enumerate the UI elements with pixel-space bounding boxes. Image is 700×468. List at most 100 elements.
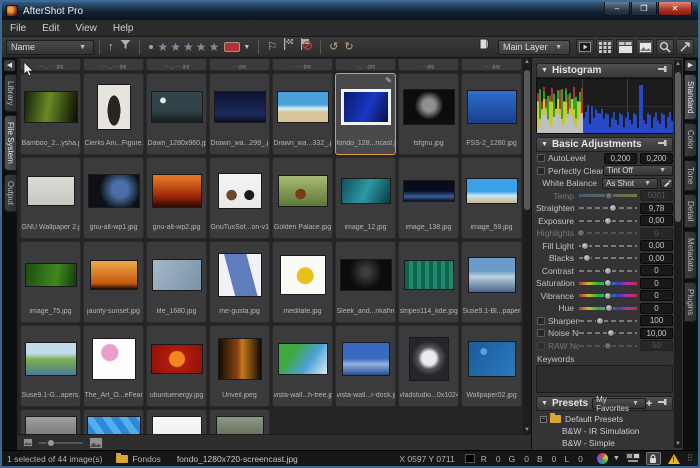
- basic-adjustments-header[interactable]: ▼ Basic Adjustments: [536, 137, 673, 152]
- checkbox[interactable]: [537, 317, 545, 325]
- thumbnail-cell[interactable]: [20, 409, 81, 434]
- star-icon[interactable]: ★: [196, 40, 207, 54]
- value-field[interactable]: 0: [640, 303, 673, 314]
- thumbnail-size-slider[interactable]: [39, 442, 83, 444]
- presets-header[interactable]: ▼ Presets My Favorites ▼ +: [536, 396, 673, 411]
- slider-knob[interactable]: [583, 254, 591, 262]
- scroll-up-icon[interactable]: ▲: [523, 59, 531, 65]
- browse-view-button[interactable]: [616, 39, 634, 55]
- fullscreen-button[interactable]: [676, 39, 694, 55]
- thumbnail-cell[interactable]: GNU Wallpaper 2.jpg: [20, 157, 81, 239]
- large-thumbnail-icon[interactable]: [89, 437, 103, 449]
- thumbnail-cell[interactable]: stripes114_kde.jpg: [398, 241, 459, 323]
- slider-knob[interactable]: [604, 217, 612, 225]
- value-field[interactable]: 0,200: [640, 153, 673, 164]
- thumbnail-grid-view-button[interactable]: [596, 39, 614, 55]
- value-field[interactable]: 0: [640, 265, 673, 276]
- thumbnail-cell[interactable]: [83, 409, 144, 434]
- scroll-down-icon[interactable]: ▼: [674, 441, 682, 447]
- collapse-box-icon[interactable]: −: [540, 416, 547, 423]
- tab-output[interactable]: Output: [4, 174, 17, 212]
- tab-detail[interactable]: Detail: [684, 194, 697, 228]
- lock-button[interactable]: [646, 452, 661, 465]
- dropdown[interactable]: Tint Off▼: [603, 165, 673, 176]
- value-field[interactable]: 0: [640, 290, 673, 301]
- thumbnail-cell[interactable]: meditate.jpg: [272, 241, 333, 323]
- edit-icon[interactable]: ✎: [385, 76, 392, 85]
- thumbnail-cell[interactable]: Bamboo_2...ysha.jpg: [20, 73, 81, 155]
- pin-icon[interactable]: [658, 139, 668, 150]
- white-balance-dropdown[interactable]: As Shot▼: [602, 178, 658, 189]
- thumbnail-cell[interactable]: [146, 409, 207, 434]
- add-preset-button[interactable]: +: [646, 398, 652, 410]
- checkbox[interactable]: [537, 329, 545, 337]
- menu-edit[interactable]: Edit: [34, 21, 67, 36]
- thumbnail-cell[interactable]: Drawn_wa...332_.jpg: [272, 73, 333, 155]
- chevron-down-icon[interactable]: ▼: [243, 44, 250, 51]
- thumbnail-cell[interactable]: ubuntuenergy.jpg: [146, 325, 207, 407]
- minimize-button[interactable]: –: [604, 2, 630, 16]
- value-field[interactable]: 0: [640, 278, 673, 289]
- chevron-down-icon[interactable]: ▼: [613, 455, 620, 462]
- pin-icon[interactable]: [658, 398, 668, 409]
- collapse-left-panel-icon[interactable]: ◀: [4, 60, 15, 71]
- thumbnail-cell[interactable]: fondo_128...ncast.jpg✎: [335, 73, 396, 155]
- slider[interactable]: [579, 292, 637, 300]
- value-field[interactable]: 0,00: [640, 253, 673, 264]
- slider[interactable]: [579, 317, 637, 325]
- flag-checkered-icon[interactable]: [283, 38, 294, 56]
- thumbnail-cell[interactable]: fsfgnu.jpg: [398, 73, 459, 155]
- slider[interactable]: [579, 267, 637, 275]
- layer-selector-dropdown[interactable]: Main Layer ▼: [498, 40, 570, 55]
- slider[interactable]: [579, 229, 637, 237]
- thumbnail-cell[interactable]: GnuTuxSof...on-v1.jpg: [209, 157, 270, 239]
- thumbnail-cell[interactable]: life_1680.jpg: [146, 241, 207, 323]
- histogram-header[interactable]: ▼ Histogram: [536, 63, 673, 78]
- menu-file[interactable]: File: [2, 21, 34, 36]
- thumbnail-cell[interactable]: ·····.jpg: [461, 59, 522, 71]
- value-field[interactable]: 9,78: [640, 203, 673, 214]
- slider-knob[interactable]: [609, 204, 617, 212]
- value-field[interactable]: 5001: [640, 190, 673, 201]
- thumbnail-cell[interactable]: ····_·····.jpg: [146, 59, 207, 71]
- current-folder[interactable]: Fondos: [132, 454, 160, 464]
- title-bar[interactable]: AfterShot Pro – ❐ ✕: [2, 2, 698, 20]
- thumbnail-cell[interactable]: Suse9.1-G...apers.jpg: [20, 325, 81, 407]
- pin-icon[interactable]: [658, 65, 668, 76]
- grid-scrollbar[interactable]: ▲ ▼: [523, 58, 531, 434]
- slider-knob[interactable]: [577, 229, 585, 237]
- collapse-triangle-icon[interactable]: ▼: [541, 400, 548, 407]
- thumbnail-cell[interactable]: ···.jpg: [209, 59, 270, 71]
- thumbnail-cell[interactable]: Clerks Ani...Figure.jpg: [83, 73, 144, 155]
- value-field[interactable]: 100: [640, 315, 673, 326]
- thumbnail-cell[interactable]: Dawn_1280x960.jpg: [146, 73, 207, 155]
- thumbnail-cell[interactable]: vista-wall...h-tree.jpg: [272, 325, 333, 407]
- slider[interactable]: [579, 192, 637, 200]
- small-thumbnail-icon[interactable]: [23, 438, 33, 447]
- rating-none-icon[interactable]: [149, 45, 153, 49]
- thumbnail-cell[interactable]: FSS-2_1280.jpg: [461, 73, 522, 155]
- slider-knob[interactable]: [604, 342, 612, 350]
- thumbnail-cell[interactable]: ·····.jpg: [272, 59, 333, 71]
- layers-icon[interactable]: [478, 37, 491, 57]
- sort-ascending-icon[interactable]: ↑: [108, 38, 114, 56]
- thumbnail-cell[interactable]: [209, 409, 270, 434]
- collapse-triangle-icon[interactable]: ▼: [541, 141, 548, 148]
- maximize-button[interactable]: ❐: [631, 2, 657, 16]
- star-icon[interactable]: ★: [170, 40, 181, 54]
- preset-folder[interactable]: −Default Presets: [540, 413, 673, 425]
- slider[interactable]: [579, 242, 637, 250]
- tab-tone[interactable]: Tone: [684, 160, 697, 191]
- tab-standard[interactable]: Standard: [684, 74, 697, 120]
- slideshow-button[interactable]: [576, 39, 594, 55]
- flag-clear-icon[interactable]: [300, 38, 312, 56]
- close-button[interactable]: ✕: [658, 2, 692, 16]
- collapse-triangle-icon[interactable]: ▼: [541, 67, 548, 74]
- image-view-button[interactable]: [636, 39, 654, 55]
- slider[interactable]: [579, 217, 637, 225]
- rotate-left-icon[interactable]: ↺: [329, 38, 338, 56]
- tab-library[interactable]: Library: [4, 74, 17, 112]
- preset-item[interactable]: Bleach Bypass: [540, 449, 673, 450]
- thumbnail-cell[interactable]: Unveil.jpeg: [209, 325, 270, 407]
- thumbnail-cell[interactable]: Suse9.1-Bl...papers.jpg: [461, 241, 522, 323]
